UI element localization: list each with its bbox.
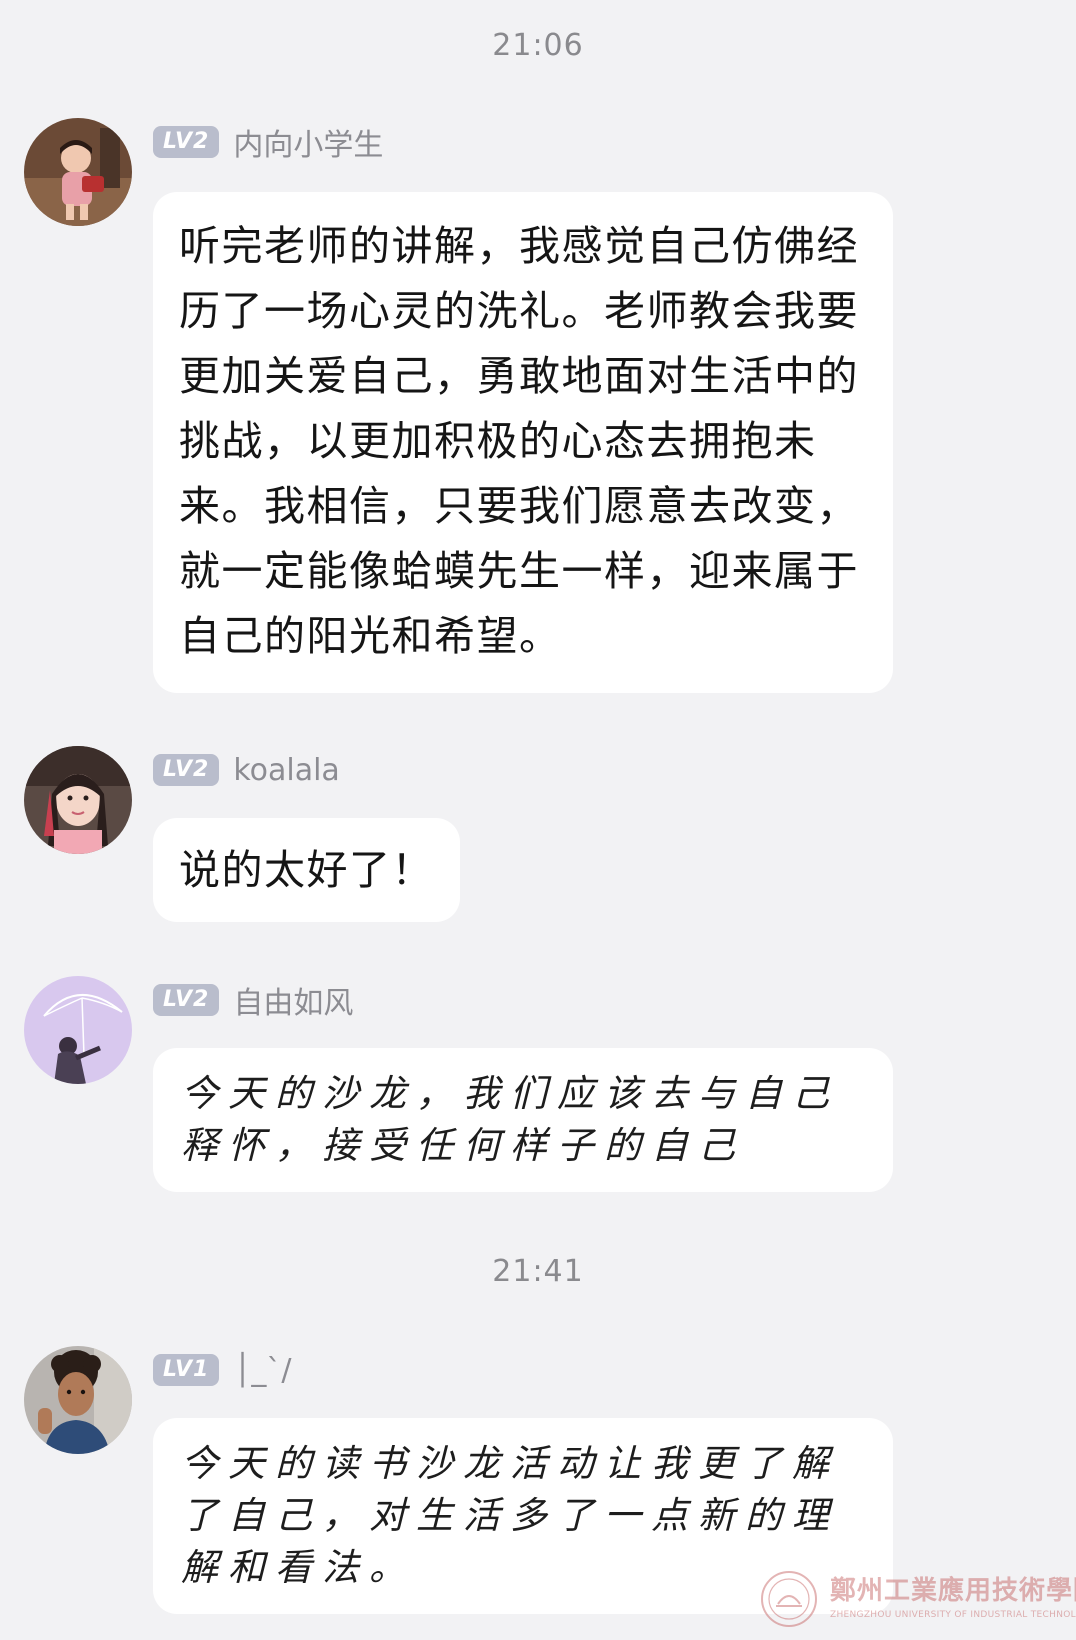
message-bubble[interactable]: 听完老师的讲解，我感觉自己仿佛经历了一场心灵的洗礼。老师教会我要更加关爱自己，勇…: [153, 192, 893, 693]
level-badge: LV2: [153, 126, 220, 158]
avatar[interactable]: [24, 976, 132, 1084]
university-watermark: 鄭州工業應用技術學院 ZHENGZHOU UNIVERSITY OF INDUS…: [760, 1568, 1076, 1632]
level-badge: LV1: [153, 1354, 220, 1386]
watermark-subtitle: ZHENGZHOU UNIVERSITY OF INDUSTRIAL TECHN…: [830, 1610, 1076, 1620]
level-badge: LV2: [153, 984, 220, 1016]
message-bubble[interactable]: 今天的沙龙，我们应该去与自己释怀，接受任何样子的自己: [153, 1048, 893, 1192]
message-sender: LV2 koalala: [153, 752, 340, 788]
sender-name[interactable]: 内向小学生: [233, 120, 383, 164]
message-sender: LV1 │_`/: [153, 1352, 292, 1388]
avatar[interactable]: [24, 118, 132, 226]
university-seal-icon: [761, 1571, 817, 1627]
man-photo-avatar-icon: [24, 1346, 132, 1454]
level-badge: LV2: [153, 754, 220, 786]
message-sender: LV2 内向小学生: [153, 124, 383, 163]
watermark-name: 鄭州工業應用技術學院: [830, 1576, 1076, 1606]
message-bubble[interactable]: 说的太好了！: [153, 818, 460, 922]
message-sender: LV2 自由如风: [153, 982, 353, 1021]
chat-history[interactable]: 21:06 LV2 内向小学生 听完老师的讲解，我感觉自己仿佛经历了一场心灵的洗…: [0, 0, 1076, 1640]
avatar[interactable]: [24, 1346, 132, 1454]
sender-name[interactable]: │_`/: [233, 1353, 291, 1388]
avatar[interactable]: [24, 746, 132, 854]
umbrella-sketch-avatar-icon: [24, 976, 132, 1084]
sender-name[interactable]: 自由如风: [233, 978, 353, 1022]
timestamp-divider: 21:41: [492, 1254, 584, 1289]
woman-selfie-avatar-icon: [24, 746, 132, 854]
girl-photo-avatar-icon: [24, 118, 132, 226]
sender-name[interactable]: koalala: [233, 753, 339, 788]
timestamp-divider: 21:06: [492, 28, 584, 63]
